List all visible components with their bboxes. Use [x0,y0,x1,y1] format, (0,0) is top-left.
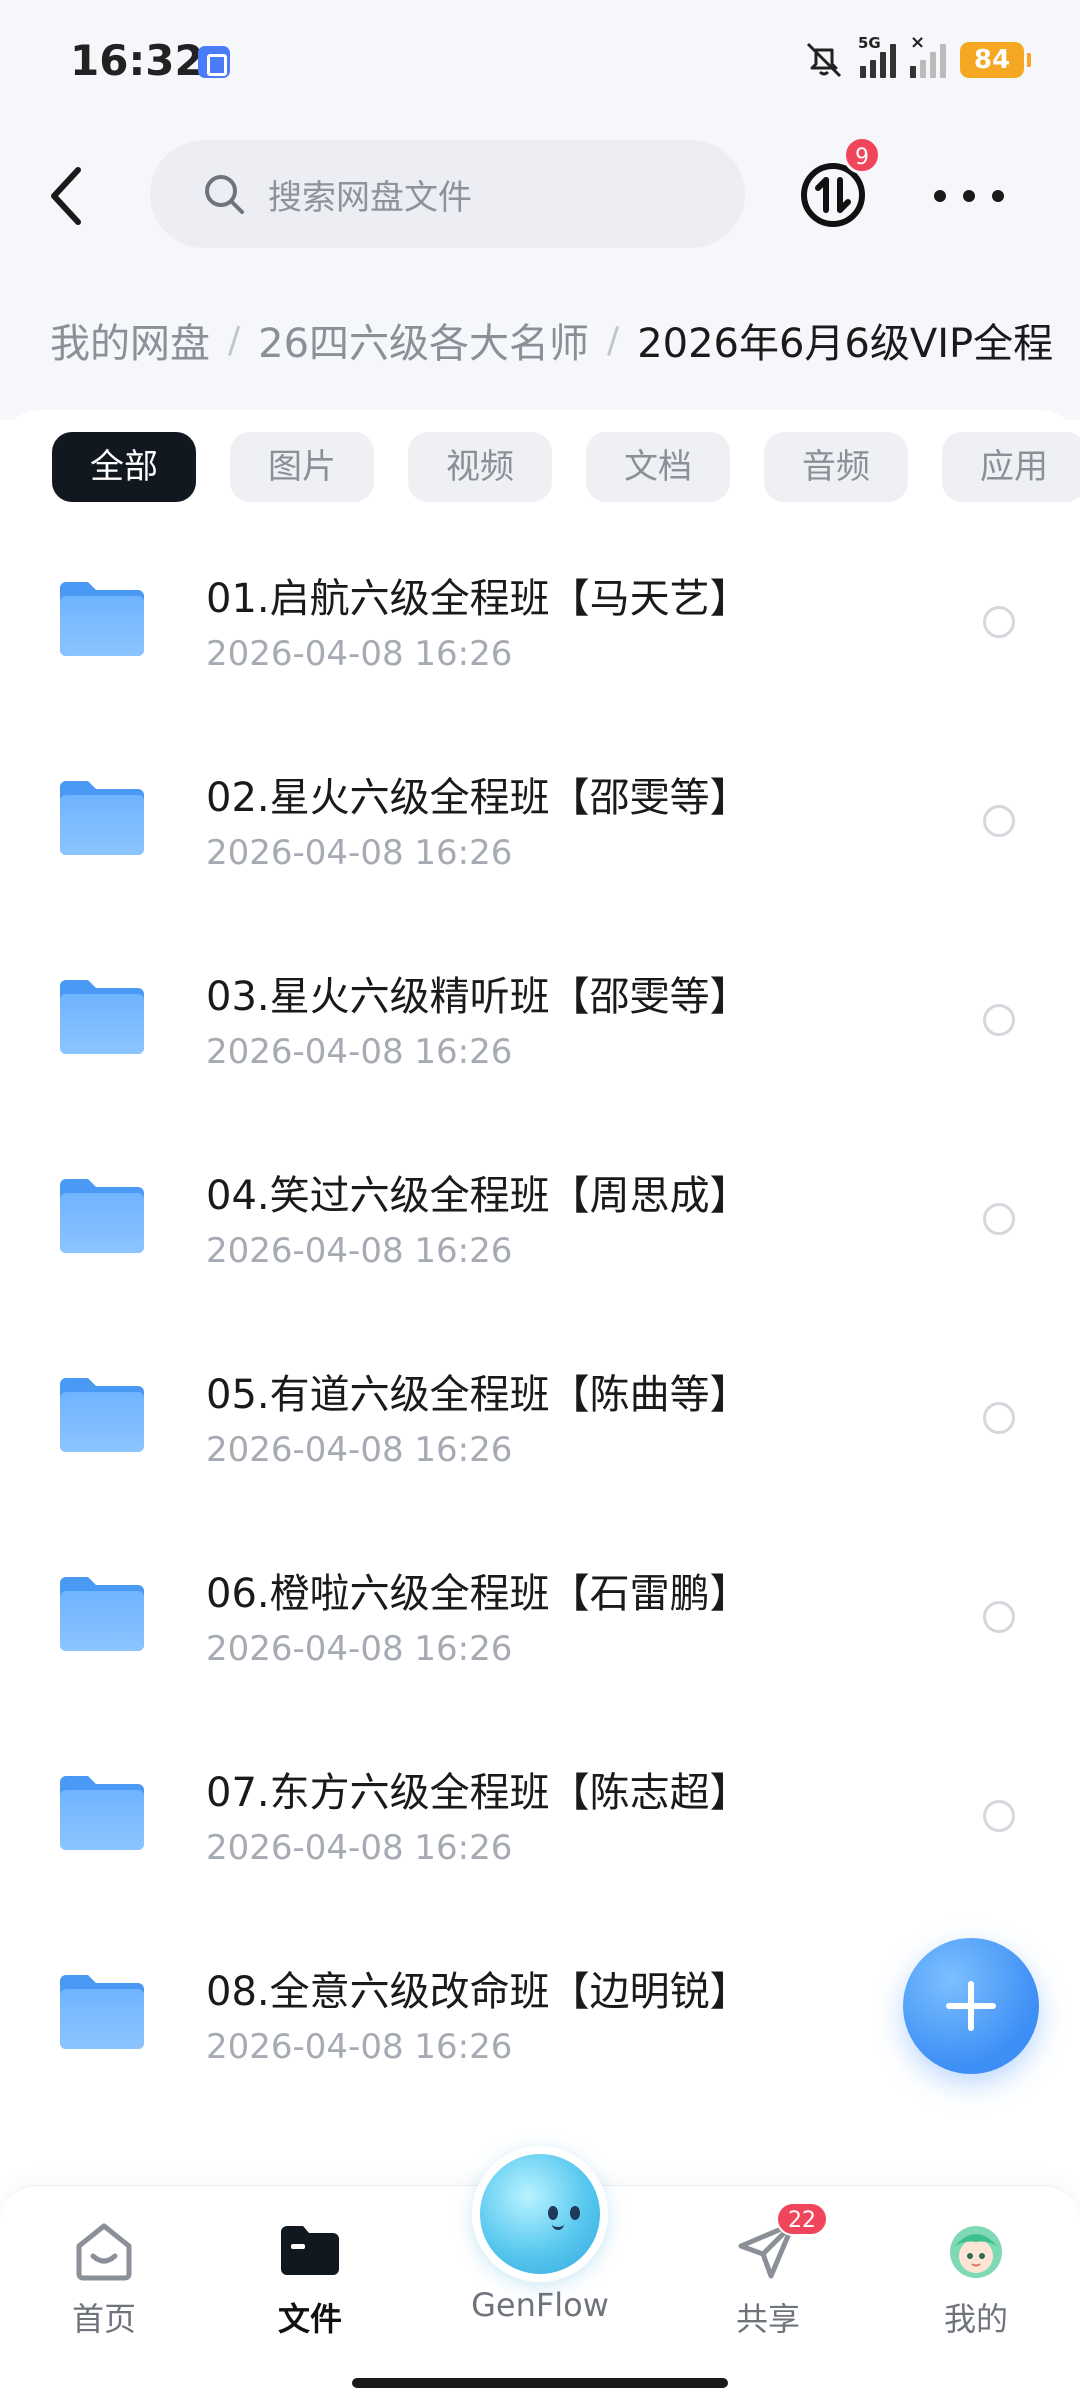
more-dot-icon [963,190,975,202]
file-type-filters: 全部 图片 视频 文档 音频 应用 BT [52,432,1080,502]
more-dot-icon [934,190,946,202]
back-button[interactable] [40,160,96,232]
folder-icon [281,2226,339,2275]
file-name: 04.笑过六级全程班【周思成】 [206,1173,750,1219]
folder-icon [60,1975,144,2049]
nav-home[interactable]: 首页 [24,2216,184,2340]
file-name: 01.启航六级全程班【马天艺】 [206,576,750,622]
select-checkbox[interactable] [983,1800,1015,1832]
breadcrumb-item-current: 2026年6月6级VIP全程 [637,321,1054,367]
status-indicators: 5G × 84 [802,32,1031,82]
home-indicator [352,2378,728,2388]
status-bar: 16:32 5G × 84 [0,0,1080,120]
file-modified-time: 2026-04-08 16:26 [206,1629,513,1669]
breadcrumb-separator: / [228,319,241,361]
home-icon [76,2223,132,2281]
folder-icon [60,980,144,1054]
nav-mine-label: 我的 [943,2300,1008,2338]
file-name: 03.星火六级精听班【邵雯等】 [206,974,750,1020]
file-row[interactable]: 07.东方六级全程班【陈志超】 2026-04-08 16:26 [0,1714,1080,1913]
bottom-navigation: 首页 文件 GenFlow 22 共享 我的 [0,2146,1080,2403]
nav-genflow[interactable]: GenFlow [450,2146,630,2324]
file-modified-time: 2026-04-08 16:26 [206,1430,513,1470]
add-button[interactable] [903,1938,1039,2074]
nav-files-label: 文件 [277,2300,342,2338]
status-time: 16:32 [70,36,204,85]
file-modified-time: 2026-04-08 16:26 [206,2027,513,2067]
folder-icon [60,1378,144,1452]
file-name: 06.橙啦六级全程班【石雷鹏】 [206,1571,750,1617]
mute-icon [806,42,842,78]
file-modified-time: 2026-04-08 16:26 [206,634,513,674]
search-input[interactable]: 搜索网盘文件 [150,140,745,248]
transfer-count-badge: 9 [843,136,881,174]
file-row[interactable]: 05.有道六级全程班【陈曲等】 2026-04-08 16:26 [0,1316,1080,1515]
filter-all[interactable]: 全部 [52,432,196,502]
more-options-button[interactable] [934,178,1004,214]
nav-mine[interactable]: 我的 [896,2216,1056,2340]
search-icon [205,175,244,214]
signal-strength-icon: 5G [858,34,896,78]
select-checkbox[interactable] [983,1004,1015,1036]
folder-icon [60,1179,144,1253]
file-row[interactable]: 01.启航六级全程班【马天艺】 2026-04-08 16:26 [0,520,1080,719]
file-modified-time: 2026-04-08 16:26 [206,1032,513,1072]
breadcrumb-item-parent[interactable]: 26四六级各大名师 [258,311,589,369]
app-screen: 16:32 5G × 84 搜索网盘文件 9 我的网盘 / 26四六级各大名师 … [0,0,1080,2403]
nav-files[interactable]: 文件 [230,2216,390,2340]
file-modified-time: 2026-04-08 16:26 [206,833,513,873]
folder-icon [60,1577,144,1651]
avatar [950,2226,1002,2278]
filter-apps[interactable]: 应用 [942,432,1080,502]
secondary-signal-icon: × [910,32,946,78]
breadcrumb: 我的网盘 / 26四六级各大名师 / 2026年6月6级VIP全程 [50,310,1080,370]
file-modified-time: 2026-04-08 16:26 [206,1231,513,1271]
file-row[interactable]: 02.星火六级全程班【邵雯等】 2026-04-08 16:26 [0,719,1080,918]
file-row[interactable]: 03.星火六级精听班【邵雯等】 2026-04-08 16:26 [0,918,1080,1117]
folder-icon [60,1776,144,1850]
battery-icon: 84 [960,42,1031,78]
nav-home-label: 首页 [71,2300,136,2338]
filter-audio[interactable]: 音频 [764,432,908,502]
network-type: 5G [858,34,881,52]
more-dot-icon [992,190,1004,202]
filter-videos[interactable]: 视频 [408,432,552,502]
select-checkbox[interactable] [983,1601,1015,1633]
share-count-badge: 22 [776,2202,828,2236]
genflow-mascot-icon [472,2146,608,2282]
select-checkbox[interactable] [983,1402,1015,1434]
file-name: 08.全意六级改命班【边明锐】 [206,1969,750,2015]
notification-app-icon [198,46,230,78]
breadcrumb-item-root[interactable]: 我的网盘 [50,311,210,369]
nav-share-label: 共享 [735,2300,800,2338]
folder-icon [60,781,144,855]
file-name: 05.有道六级全程班【陈曲等】 [206,1372,750,1418]
file-name: 02.星火六级全程班【邵雯等】 [206,775,750,821]
file-list: 01.启航六级全程班【马天艺】 2026-04-08 16:26 02.星火六级全程… [0,520,1080,2112]
nav-share[interactable]: 22 共享 [688,2202,848,2340]
search-placeholder: 搜索网盘文件 [268,177,472,218]
select-checkbox[interactable] [983,606,1015,638]
file-modified-time: 2026-04-08 16:26 [206,1828,513,1868]
file-row[interactable]: 04.笑过六级全程班【周思成】 2026-04-08 16:26 [0,1117,1080,1316]
filter-documents[interactable]: 文档 [586,432,730,502]
filter-images[interactable]: 图片 [230,432,374,502]
file-row[interactable]: 06.橙啦六级全程班【石雷鹏】 2026-04-08 16:26 [0,1515,1080,1714]
select-checkbox[interactable] [983,1203,1015,1235]
folder-icon [60,582,144,656]
breadcrumb-separator: / [607,319,620,361]
file-name: 07.东方六级全程班【陈志超】 [206,1770,750,1816]
select-checkbox[interactable] [983,805,1015,837]
nav-genflow-label: GenFlow [471,2286,609,2324]
